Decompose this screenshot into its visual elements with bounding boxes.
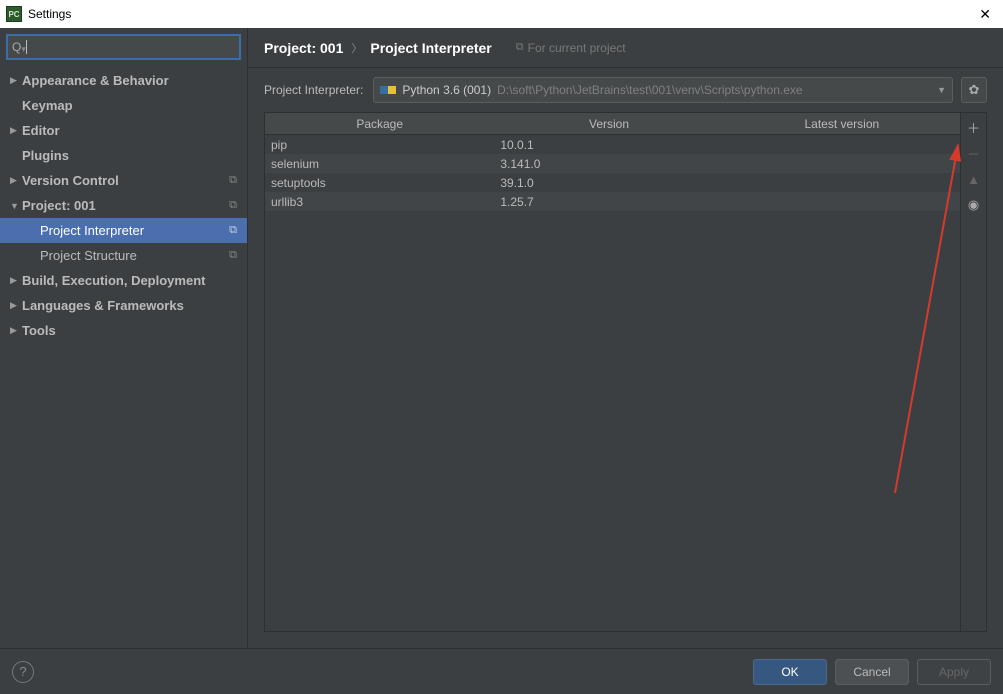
close-icon[interactable]: ✕ — [973, 6, 997, 23]
table-row[interactable]: urllib3 1.25.7 — [265, 192, 960, 211]
breadcrumb-page: Project Interpreter — [370, 40, 491, 56]
sidebar-item-languages[interactable]: ▶Languages & Frameworks — [0, 293, 247, 318]
cancel-button[interactable]: Cancel — [835, 659, 909, 685]
add-package-button[interactable]: ＋ — [964, 117, 984, 137]
sidebar-item-plugins[interactable]: Plugins — [0, 143, 247, 168]
remove-package-button[interactable]: － — [964, 143, 984, 163]
hint-for-current-project: ⧉For current project — [516, 41, 626, 55]
interpreter-select[interactable]: Python 3.6 (001) D:\soft\Python\JetBrain… — [373, 77, 953, 103]
settings-tree: ▶Appearance & Behavior Keymap ▶Editor Pl… — [0, 66, 247, 648]
chevron-down-icon: ▼ — [10, 201, 22, 211]
table-row[interactable]: setuptools 39.1.0 — [265, 173, 960, 192]
window-title: Settings — [28, 7, 973, 21]
sidebar-item-editor[interactable]: ▶Editor — [0, 118, 247, 143]
titlebar: PC Settings ✕ — [0, 0, 1003, 28]
copy-icon: ⧉ — [229, 224, 237, 237]
search-input[interactable] — [27, 40, 235, 54]
sidebar-item-project[interactable]: ▼Project: 001⧉ — [0, 193, 247, 218]
col-header-package[interactable]: Package — [265, 113, 494, 134]
sidebar-item-tools[interactable]: ▶Tools — [0, 318, 247, 343]
sidebar-item-keymap[interactable]: Keymap — [0, 93, 247, 118]
help-button[interactable]: ? — [12, 661, 34, 683]
up-triangle-icon: ▲ — [967, 172, 980, 187]
col-header-version[interactable]: Version — [494, 113, 723, 134]
chevron-right-icon: ▶ — [10, 75, 22, 86]
sidebar-item-project-structure[interactable]: Project Structure⧉ — [0, 243, 247, 268]
chevron-right-icon: ▶ — [10, 125, 22, 136]
interpreter-path: D:\soft\Python\JetBrains\test\001\venv\S… — [497, 83, 803, 97]
minus-icon: － — [967, 144, 980, 163]
copy-icon: ⧉ — [516, 41, 524, 54]
table-row[interactable]: pip 10.0.1 — [265, 135, 960, 154]
packages-side-toolbar: ＋ － ▲ ◉ — [960, 113, 986, 631]
gear-icon: ✿ — [969, 82, 980, 98]
plus-icon: ＋ — [967, 118, 980, 137]
python-icon — [380, 86, 388, 94]
sidebar-item-appearance[interactable]: ▶Appearance & Behavior — [0, 68, 247, 93]
sidebar-item-build[interactable]: ▶Build, Execution, Deployment — [0, 268, 247, 293]
copy-icon: ⧉ — [229, 174, 237, 187]
question-icon: ? — [19, 664, 26, 679]
packages-table: Package Version Latest version pip 10.0.… — [265, 113, 960, 631]
show-package-button[interactable]: ◉ — [964, 195, 984, 215]
sidebar-item-version-control[interactable]: ▶Version Control⧉ — [0, 168, 247, 193]
chevron-right-icon: ▶ — [10, 300, 22, 311]
chevron-down-icon: ▼ — [937, 85, 946, 95]
eye-icon: ◉ — [968, 197, 979, 213]
interpreter-name: Python 3.6 (001) — [402, 83, 491, 97]
gear-button[interactable]: ✿ — [961, 77, 987, 103]
chevron-right-icon: ▶ — [10, 175, 22, 186]
chevron-right-icon: 〉 — [351, 40, 362, 56]
app-icon: PC — [6, 6, 22, 22]
packages-area: Package Version Latest version pip 10.0.… — [264, 112, 987, 632]
copy-icon: ⧉ — [229, 249, 237, 262]
col-header-latest[interactable]: Latest version — [724, 113, 960, 134]
settings-sidebar: Q ▾ ▶Appearance & Behavior Keymap ▶Edito… — [0, 28, 248, 648]
breadcrumb-project[interactable]: Project: 001 — [264, 40, 343, 56]
python-icon — [388, 86, 396, 94]
dialog-footer: ? OK Cancel Apply — [0, 648, 1003, 694]
main-panel: Project: 001 〉 Project Interpreter ⧉For … — [248, 28, 1003, 648]
ok-button[interactable]: OK — [753, 659, 827, 685]
sidebar-item-project-interpreter[interactable]: Project Interpreter⧉ — [0, 218, 247, 243]
interpreter-row: Project Interpreter: Python 3.6 (001) D:… — [248, 68, 1003, 112]
apply-button: Apply — [917, 659, 991, 685]
search-input-wrapper[interactable]: Q ▾ — [6, 34, 241, 60]
chevron-right-icon: ▶ — [10, 325, 22, 336]
packages-header: Package Version Latest version — [265, 113, 960, 135]
upgrade-package-button[interactable]: ▲ — [964, 169, 984, 189]
search-icon: Q — [12, 40, 21, 54]
interpreter-label: Project Interpreter: — [264, 83, 363, 97]
copy-icon: ⧉ — [229, 199, 237, 212]
chevron-right-icon: ▶ — [10, 275, 22, 286]
table-row[interactable]: selenium 3.141.0 — [265, 154, 960, 173]
breadcrumb: Project: 001 〉 Project Interpreter ⧉For … — [248, 28, 1003, 68]
